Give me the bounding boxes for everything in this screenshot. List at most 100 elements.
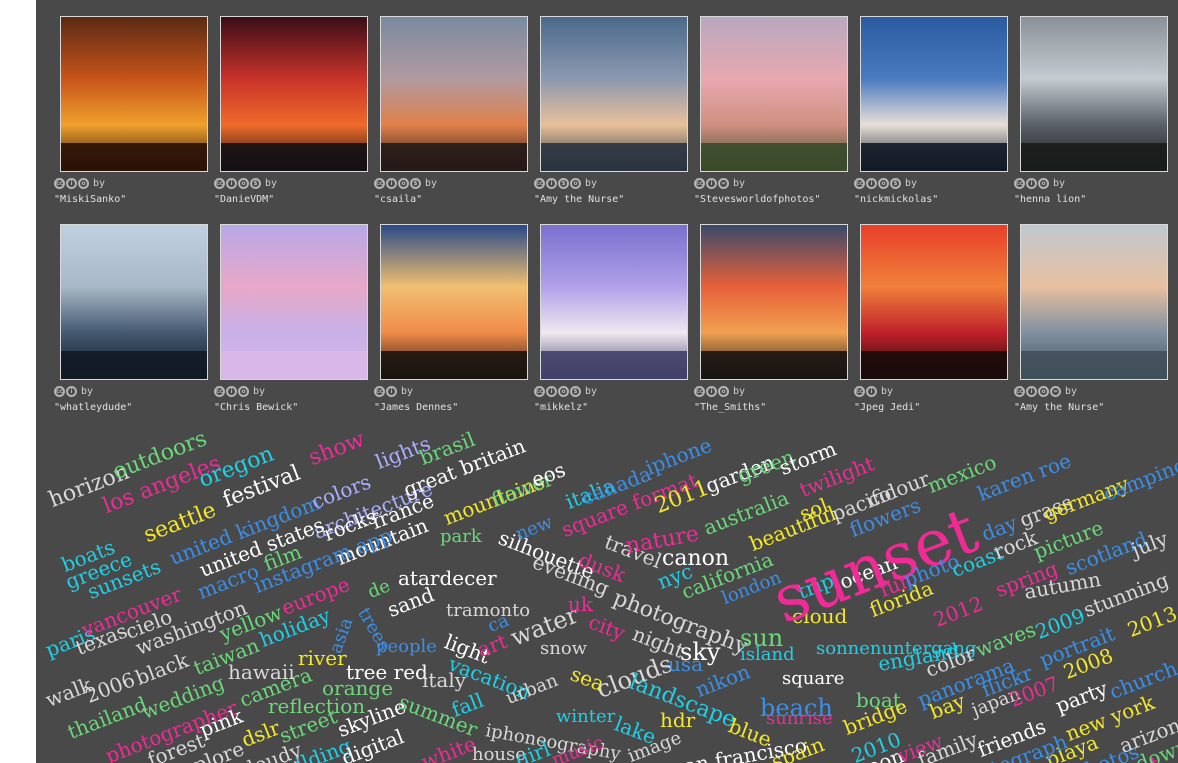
tag-link[interactable]: hawaii xyxy=(228,662,295,682)
photo-thumbnail[interactable] xyxy=(860,224,1008,380)
tag-link[interactable]: beach xyxy=(760,696,833,720)
license-icons[interactable]: cc i o by xyxy=(1014,177,1065,190)
cc-nd-icon: = xyxy=(718,178,729,189)
photo-silhouette xyxy=(861,143,1007,171)
photo-thumbnail[interactable] xyxy=(1020,224,1168,380)
license-icons[interactable]: cc i o $ by xyxy=(534,385,597,398)
photo-card: cc i by "whatleydude" xyxy=(54,224,208,424)
cc-sa-icon: o xyxy=(1038,386,1049,397)
photo-silhouette xyxy=(541,143,687,171)
photo-thumbnail[interactable] xyxy=(540,16,688,172)
photo-thumbnail[interactable] xyxy=(860,16,1008,172)
cc-cc-icon: cc xyxy=(854,386,865,397)
tag-link[interactable]: 2013 xyxy=(1124,601,1178,642)
photo-thumbnail[interactable] xyxy=(700,224,848,380)
photo-thumbnail[interactable] xyxy=(1020,16,1168,172)
tag-link[interactable]: camping xyxy=(1100,452,1178,506)
photo-card: cc i o $ by "csaila" xyxy=(374,16,528,216)
photo-author-link[interactable]: "MiskiSanko" xyxy=(54,194,126,205)
tag-link[interactable]: city xyxy=(585,609,628,645)
by-label: by xyxy=(905,178,918,189)
license-icons[interactable]: cc i o $ by xyxy=(374,177,437,190)
photo-card: cc i = by "Stevesworldofphotos" xyxy=(694,16,848,216)
photo-thumbnail[interactable] xyxy=(380,224,528,380)
license-icons[interactable]: cc i o by xyxy=(694,385,745,398)
tag-link[interactable]: white xyxy=(418,731,479,763)
cc-cc-icon: cc xyxy=(854,178,865,189)
cc-by-icon: i xyxy=(66,386,77,397)
tag-link[interactable]: snow xyxy=(540,640,587,658)
photo-silhouette xyxy=(61,351,207,379)
tag-link[interactable]: iphone xyxy=(642,433,715,480)
photo-card: cc i o $ by "mikkelz" xyxy=(534,224,688,424)
tag-link[interactable]: lake xyxy=(611,711,659,749)
photo-silhouette xyxy=(61,143,207,171)
license-icons[interactable]: cc i by xyxy=(854,385,893,398)
tag-link[interactable]: atardecer xyxy=(398,568,497,588)
photo-author-link[interactable]: "Stevesworldofphotos" xyxy=(694,194,820,205)
by-label: by xyxy=(881,386,894,397)
cc-by-icon: i xyxy=(226,178,237,189)
cc-cc-icon: cc xyxy=(214,386,225,397)
cc-sa-icon: o xyxy=(1038,178,1049,189)
license-icons[interactable]: cc i = by xyxy=(694,177,745,190)
tag-link[interactable]: eos xyxy=(528,457,568,492)
tag-link[interactable]: fall xyxy=(448,688,487,722)
photo-card: cc i o by "The_Smiths" xyxy=(694,224,848,424)
cc-cc-icon: cc xyxy=(694,178,705,189)
photo-author-link[interactable]: "henna lion" xyxy=(1014,194,1086,205)
tag-link[interactable]: show xyxy=(305,427,368,471)
license-icons[interactable]: cc i by xyxy=(54,385,93,398)
cc-cc-icon: cc xyxy=(534,386,545,397)
photo-silhouette xyxy=(701,143,847,171)
photo-author-link[interactable]: "DanieVDM" xyxy=(214,194,274,205)
photo-gallery-panel: cc i o by "MiskiSanko" cc i o $ by "DanieVDM" cc i o $… xyxy=(36,0,1178,763)
photo-author-link[interactable]: "nickmickolas" xyxy=(854,194,938,205)
license-icons[interactable]: cc i $ o by xyxy=(534,177,597,190)
photo-author-link[interactable]: "Amy the Nurse" xyxy=(534,194,624,205)
cc-nc-icon: $ xyxy=(410,178,421,189)
cc-nc-icon: $ xyxy=(570,386,581,397)
license-icons[interactable]: cc i o by xyxy=(214,385,265,398)
tag-link[interactable]: winter xyxy=(556,708,615,726)
cc-by-icon: i xyxy=(706,178,717,189)
license-icons[interactable]: cc i by xyxy=(374,385,413,398)
tag-link[interactable]: people xyxy=(376,638,437,656)
cc-cc-icon: cc xyxy=(534,178,545,189)
tag-link[interactable]: park xyxy=(440,528,482,546)
tag-link[interactable]: new xyxy=(513,512,556,545)
photo-thumbnail[interactable] xyxy=(380,16,528,172)
tag-link[interactable]: river xyxy=(298,648,347,668)
photo-card: cc i by "James Dennes" xyxy=(374,224,528,424)
tag-link[interactable]: tree red xyxy=(346,662,428,682)
tag-link[interactable]: 2012 xyxy=(930,591,986,632)
photo-thumbnail[interactable] xyxy=(220,224,368,380)
cc-by-icon: i xyxy=(386,178,397,189)
license-icons[interactable]: cc i o $ by xyxy=(854,177,917,190)
license-icons[interactable]: cc i o by xyxy=(54,177,105,190)
by-label: by xyxy=(585,386,598,397)
cc-nc-icon: $ xyxy=(558,178,569,189)
cc-cc-icon: cc xyxy=(694,386,705,397)
tag-link[interactable]: island xyxy=(740,646,795,664)
cc-sa-icon: o xyxy=(570,178,581,189)
tag-link[interactable]: square xyxy=(782,670,844,688)
cc-cc-icon: cc xyxy=(54,178,65,189)
photo-card: cc i o by "henna lion" xyxy=(1014,16,1168,216)
cc-by-icon: i xyxy=(386,386,397,397)
photo-author-link[interactable]: "csaila" xyxy=(374,194,422,205)
cc-cc-icon: cc xyxy=(374,386,385,397)
license-icons[interactable]: cc i o = by xyxy=(1014,385,1077,398)
photo-thumbnail[interactable] xyxy=(540,224,688,380)
photo-thumbnail[interactable] xyxy=(220,16,368,172)
tag-link[interactable]: uk xyxy=(568,594,593,614)
photo-thumbnail[interactable] xyxy=(60,224,208,380)
photo-thumbnail[interactable] xyxy=(60,16,208,172)
license-icons[interactable]: cc i o $ by xyxy=(214,177,277,190)
cc-cc-icon: cc xyxy=(374,178,385,189)
by-label: by xyxy=(585,178,598,189)
cc-cc-icon: cc xyxy=(1014,178,1025,189)
photo-card: cc i o by "MiskiSanko" xyxy=(54,16,208,216)
by-label: by xyxy=(265,178,278,189)
photo-thumbnail[interactable] xyxy=(700,16,848,172)
